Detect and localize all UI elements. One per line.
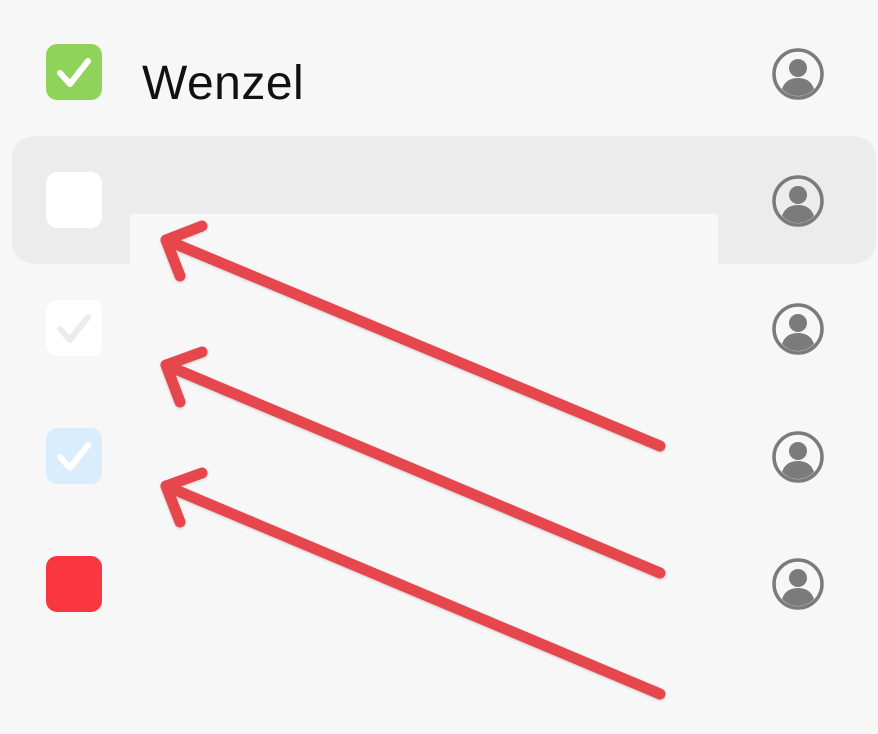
person-circle-icon[interactable] (771, 174, 825, 228)
checkbox-checked-faded[interactable] (46, 428, 102, 484)
list-item[interactable] (0, 520, 878, 648)
list-item[interactable] (0, 136, 878, 264)
checkbox-checked[interactable] (46, 44, 102, 100)
list-item[interactable]: Wenzel (0, 10, 878, 138)
person-circle-icon[interactable] (771, 430, 825, 484)
list-item[interactable] (0, 392, 878, 520)
checkmark-icon (57, 58, 91, 87)
checkmark-icon (57, 314, 91, 343)
checkbox-unchecked[interactable] (46, 172, 102, 228)
person-circle-icon[interactable] (771, 557, 825, 611)
person-circle-icon[interactable] (771, 47, 825, 101)
item-name: Wenzel (142, 57, 305, 110)
checkmark-icon (57, 442, 91, 471)
checkbox-checked-faded[interactable] (46, 300, 102, 356)
person-circle-icon[interactable] (771, 302, 825, 356)
list-item[interactable] (0, 264, 878, 392)
checkbox-unchecked[interactable] (46, 556, 102, 612)
